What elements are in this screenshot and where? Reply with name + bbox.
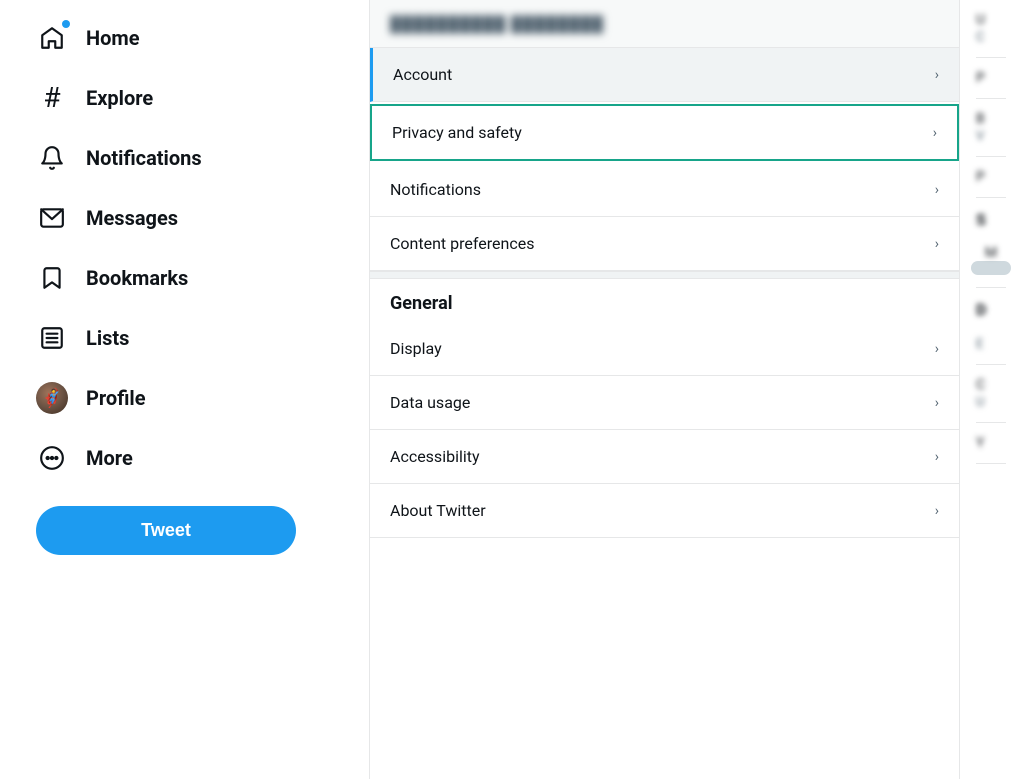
sidebar-item-bookmarks[interactable]: Bookmarks	[20, 250, 349, 306]
right-item: C U	[976, 365, 1006, 423]
settings-item-label: Display	[390, 339, 442, 358]
sidebar-item-label: More	[86, 446, 133, 470]
settings-item-label: Data usage	[390, 393, 470, 412]
section-header-text: S	[976, 210, 986, 229]
chevron-right-icon: ›	[933, 125, 937, 141]
settings-panel: ██████████ ████████ Account › Privacy an…	[370, 0, 960, 779]
sidebar-item-label: Lists	[86, 326, 129, 350]
settings-item-content-preferences[interactable]: Content preferences ›	[370, 217, 959, 271]
explore-icon: #	[36, 82, 68, 114]
sidebar-item-label: Bookmarks	[86, 266, 188, 290]
settings-item-label: Accessibility	[390, 447, 480, 466]
right-section-header: S	[976, 198, 1006, 233]
chevron-right-icon: ›	[935, 503, 939, 519]
right-item-text: C	[976, 377, 1006, 393]
chevron-right-icon: ›	[935, 449, 939, 465]
sidebar-item-label: Home	[86, 26, 140, 50]
settings-item-notifications[interactable]: Notifications ›	[370, 163, 959, 217]
sidebar-item-label: Profile	[86, 386, 146, 410]
settings-item-label: About Twitter	[390, 501, 486, 520]
right-panel-content: U C P B V P S M D E C U	[960, 0, 1022, 464]
right-item: U C	[976, 0, 1006, 58]
settings-item-account[interactable]: Account ›	[370, 48, 959, 102]
general-section-header: General	[370, 279, 959, 322]
right-item-text: P	[976, 70, 1006, 86]
more-icon	[36, 442, 68, 474]
settings-item-label: Privacy and safety	[392, 123, 522, 142]
sidebar-item-home[interactable]: Home	[20, 10, 349, 66]
sidebar-item-more[interactable]: More	[20, 430, 349, 486]
settings-item-about-twitter[interactable]: About Twitter ›	[370, 484, 959, 538]
right-item: E	[976, 323, 1006, 365]
sidebar-item-label: Messages	[86, 206, 178, 230]
user-header-text: ██████████ ████████	[390, 15, 604, 33]
section-divider	[370, 271, 959, 279]
sidebar-item-label: Notifications	[86, 146, 202, 170]
home-icon	[36, 22, 68, 54]
chevron-right-icon: ›	[935, 182, 939, 198]
sidebar-item-label: Explore	[86, 86, 153, 110]
right-item-toggle: M	[976, 233, 1006, 288]
right-item: P	[976, 58, 1006, 99]
right-item: P	[976, 157, 1006, 198]
right-section-header-2: D	[976, 288, 1006, 323]
sidebar-item-messages[interactable]: Messages	[20, 190, 349, 246]
settings-item-label: Content preferences	[390, 234, 534, 253]
settings-item-data-usage[interactable]: Data usage ›	[370, 376, 959, 430]
tweet-button[interactable]: Tweet	[36, 506, 296, 555]
sidebar-item-notifications[interactable]: Notifications	[20, 130, 349, 186]
sidebar-item-lists[interactable]: Lists	[20, 310, 349, 366]
chevron-right-icon: ›	[935, 395, 939, 411]
lists-icon	[36, 322, 68, 354]
toggle[interactable]	[971, 261, 1011, 275]
right-item-text: M	[985, 245, 997, 261]
right-item-sub: C	[976, 30, 1006, 45]
right-item-sub: U	[976, 395, 1006, 410]
right-item-text: P	[976, 169, 1006, 185]
sidebar: Home # Explore Notifications Messages	[0, 0, 370, 779]
settings-item-label: Notifications	[390, 180, 481, 199]
section-header-text-2: D	[976, 300, 986, 319]
chevron-right-icon: ›	[935, 67, 939, 83]
settings-item-label: Account	[393, 65, 452, 84]
right-item-text: Y	[976, 435, 1006, 451]
settings-item-accessibility[interactable]: Accessibility ›	[370, 430, 959, 484]
sidebar-item-profile[interactable]: 🦸 Profile	[20, 370, 349, 426]
settings-item-privacy-safety[interactable]: Privacy and safety ›	[370, 104, 959, 161]
chevron-right-icon: ›	[935, 341, 939, 357]
bell-icon	[36, 142, 68, 174]
right-item-text: U	[976, 12, 1006, 28]
envelope-icon	[36, 202, 68, 234]
chevron-right-icon: ›	[935, 236, 939, 252]
right-panel: U C P B V P S M D E C U	[960, 0, 1022, 779]
settings-item-display[interactable]: Display ›	[370, 322, 959, 376]
user-header: ██████████ ████████	[370, 0, 959, 48]
right-item-text: B	[976, 111, 1006, 127]
profile-avatar: 🦸	[36, 382, 68, 414]
right-item-sub: E	[976, 337, 1006, 352]
right-item: B V	[976, 99, 1006, 157]
right-item-sub: V	[976, 129, 1006, 144]
sidebar-item-explore[interactable]: # Explore	[20, 70, 349, 126]
bookmark-icon	[36, 262, 68, 294]
right-item: Y	[976, 423, 1006, 464]
